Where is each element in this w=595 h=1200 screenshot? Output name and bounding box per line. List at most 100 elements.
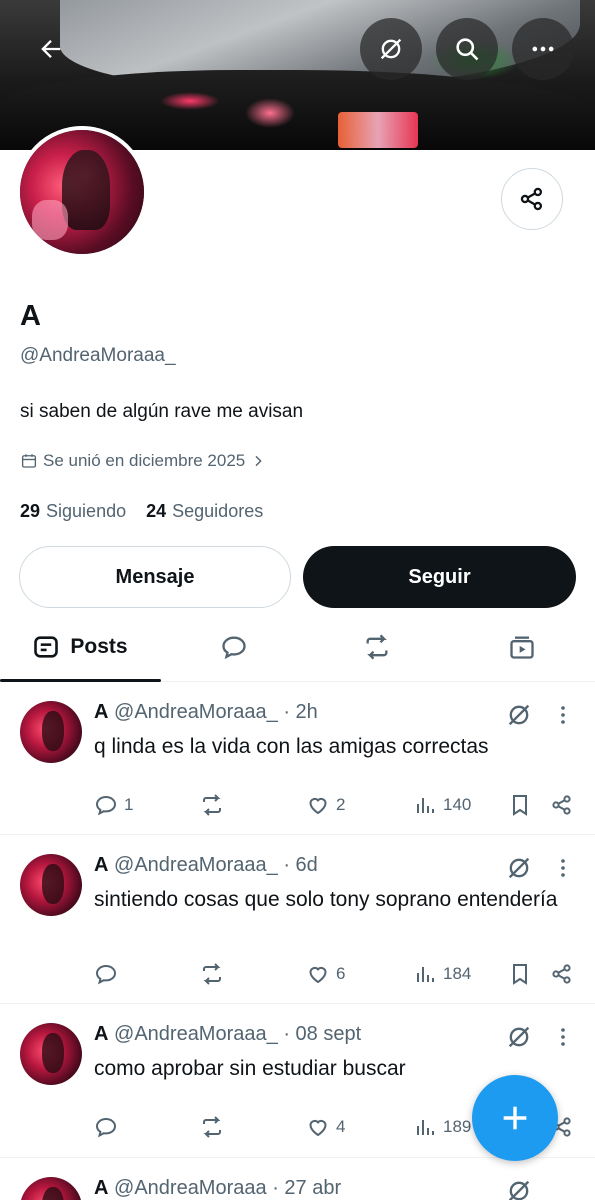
tab-posts-label: Posts [70, 635, 128, 658]
more-vertical-icon[interactable] [551, 854, 575, 882]
more-vertical-icon[interactable] [551, 701, 575, 729]
views-button[interactable]: 140 [413, 790, 471, 820]
tab-reposts[interactable] [337, 612, 417, 682]
display-name: A [20, 300, 41, 332]
tab-posts[interactable]: Posts [0, 612, 160, 682]
bookmark-button[interactable] [508, 790, 532, 820]
joined-label: Se unió en diciembre 2025 [43, 451, 246, 470]
more-options-button[interactable] [512, 18, 574, 80]
post-text: q linda es la vida con las amigas correc… [94, 735, 489, 758]
post-header: A @AndreaMoraaa · 27 abr [94, 1177, 341, 1200]
share-icon [520, 187, 543, 211]
back-button[interactable] [20, 18, 82, 80]
following-label[interactable]: Siguiendo [46, 501, 126, 522]
views-count: 184 [443, 964, 472, 983]
bookmark-icon [513, 795, 527, 816]
bookmark-icon [513, 964, 527, 985]
follow-stats: 29 Siguiendo 24 Seguidores [20, 501, 263, 522]
like-button[interactable]: 4 [306, 1112, 345, 1142]
share-icon [552, 964, 571, 984]
like-count: 6 [336, 964, 346, 983]
post-avatar[interactable] [20, 1023, 82, 1085]
reply-icon [222, 636, 246, 660]
calendar-icon [21, 454, 37, 468]
heart-icon [309, 797, 327, 815]
post-time: · 6d [283, 854, 318, 876]
chevron-right-icon [255, 455, 262, 467]
reply-count: 1 [124, 795, 134, 814]
plus-icon [503, 1106, 527, 1130]
post-author-name[interactable]: A [94, 1023, 108, 1045]
views-button[interactable]: 189 [413, 1112, 471, 1142]
post-actions: 1 2 140 [0, 790, 595, 820]
followers-label[interactable]: Seguidores [172, 501, 263, 522]
post-header: A @AndreaMoraaa_ · 08 sept [94, 1023, 361, 1046]
message-button[interactable]: Mensaje [19, 546, 291, 608]
bookmark-button[interactable] [508, 959, 532, 989]
active-tab-indicator [0, 679, 161, 682]
tab-media[interactable] [482, 612, 562, 682]
views-count: 140 [443, 795, 472, 814]
profile-avatar[interactable] [16, 126, 148, 258]
share-icon [552, 795, 571, 815]
share-post-button[interactable] [550, 959, 574, 989]
reply-icon [95, 1117, 117, 1138]
post-author-name[interactable]: A [94, 1177, 108, 1199]
tab-replies[interactable] [194, 612, 274, 682]
post-author-handle[interactable]: @AndreaMoraaa_ [114, 854, 278, 876]
share-profile-button[interactable] [501, 168, 563, 230]
grok-icon[interactable] [505, 854, 533, 882]
search-icon [456, 38, 479, 61]
grok-icon[interactable] [505, 701, 533, 729]
views-button[interactable]: 184 [413, 959, 471, 989]
media-icon [510, 636, 534, 659]
grok-button[interactable] [360, 18, 422, 80]
post-item[interactable]: A @AndreaMoraaa · 27 abr [0, 1159, 595, 1200]
post-avatar[interactable] [20, 1177, 82, 1200]
reply-icon [95, 964, 117, 985]
post-avatar[interactable] [20, 854, 82, 916]
post-author-handle[interactable]: @AndreaMoraaa_ [114, 701, 278, 723]
post-author-handle[interactable]: @AndreaMoraaa_ [114, 1023, 278, 1045]
views-icon [417, 1120, 434, 1135]
post-header: A @AndreaMoraaa_ · 6d [94, 854, 318, 877]
repost-icon [203, 794, 221, 816]
joined-date[interactable]: Se unió en diciembre 2025 [20, 451, 266, 471]
repost-icon [366, 634, 388, 660]
repost-icon [203, 963, 221, 985]
repost-button[interactable] [200, 1112, 224, 1142]
reply-button[interactable]: 1 [94, 790, 133, 820]
views-count: 189 [443, 1117, 472, 1136]
post-author-name[interactable]: A [94, 854, 108, 876]
post-text: sintiendo cosas que solo tony soprano en… [94, 888, 558, 911]
like-button[interactable]: 2 [306, 790, 345, 820]
repost-button[interactable] [200, 790, 224, 820]
post-author-name[interactable]: A [94, 701, 108, 723]
post-avatar[interactable] [20, 701, 82, 763]
grok-icon[interactable] [505, 1177, 533, 1200]
grok-icon[interactable] [505, 1023, 533, 1051]
share-post-button[interactable] [550, 790, 574, 820]
post-item[interactable]: A @AndreaMoraaa_ · 2h q linda es la vida… [0, 683, 595, 835]
search-button[interactable] [436, 18, 498, 80]
reply-button[interactable] [94, 959, 118, 989]
grok-icon [380, 38, 402, 60]
post-time: · 08 sept [283, 1023, 362, 1045]
following-count[interactable]: 29 [20, 501, 40, 522]
post-item[interactable]: A @AndreaMoraaa_ · 6d sintiendo cosas qu… [0, 836, 595, 1004]
views-icon [417, 798, 434, 813]
post-author-handle[interactable]: @AndreaMoraaa [114, 1177, 267, 1199]
like-count: 4 [336, 1117, 346, 1136]
post-time: · 27 abr [272, 1177, 342, 1199]
follow-button[interactable]: Seguir [303, 546, 576, 608]
post-actions: 6 184 [0, 959, 595, 989]
heart-icon [309, 1119, 327, 1137]
user-handle: @AndreaMoraaa_ [20, 345, 176, 366]
more-vertical-icon[interactable] [551, 1023, 575, 1051]
reply-button[interactable] [94, 1112, 118, 1142]
views-icon [417, 967, 434, 982]
followers-count[interactable]: 24 [146, 501, 166, 522]
like-button[interactable]: 6 [306, 959, 345, 989]
compose-post-button[interactable] [472, 1075, 558, 1161]
repost-button[interactable] [200, 959, 224, 989]
